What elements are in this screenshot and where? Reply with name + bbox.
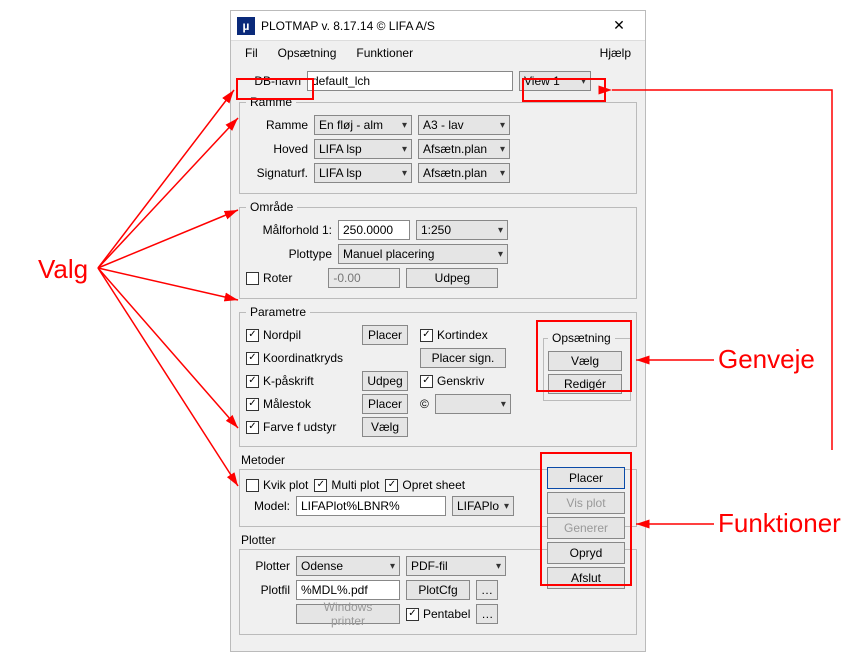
multi-check[interactable]: Multi plot (314, 478, 379, 492)
signatur-combo1[interactable]: LIFA lsp (314, 163, 412, 183)
action-stack: Placer Vis plot Generer Opryd Afslut (547, 467, 625, 589)
opsaetning-group: Opsætning Vælg Redigér (543, 331, 631, 401)
windows-printer-button[interactable]: Windows printer (296, 604, 400, 624)
opryd-button[interactable]: Opryd (547, 542, 625, 564)
parametre-legend: Parametre (246, 305, 310, 319)
anno-valg: Valg (38, 254, 88, 285)
copyright-label: © (420, 397, 429, 411)
koordinatkryds-check[interactable]: Koordinatkryds (246, 351, 356, 365)
ramme-group: Ramme Ramme En fløj - alm A3 - lav Hoved… (239, 95, 637, 194)
plotcfg-browse-button[interactable]: … (476, 580, 498, 600)
kortindex-check[interactable]: Kortindex (420, 328, 488, 342)
metoder-legend: Metoder (241, 453, 637, 467)
pentabel-browse-button[interactable]: … (476, 604, 498, 624)
visplot-button[interactable]: Vis plot (547, 492, 625, 514)
maal-label: Målforhold 1: (246, 223, 332, 237)
close-icon[interactable]: ✕ (599, 11, 639, 40)
ramme-legend: Ramme (246, 95, 296, 109)
plottype-label: Plottype (246, 247, 332, 261)
menu-hjaelp[interactable]: Hjælp (592, 44, 639, 62)
menu-opsaetning[interactable]: Opsætning (270, 44, 345, 62)
ops-rediger-button[interactable]: Redigér (548, 374, 622, 394)
hoved-combo1[interactable]: LIFA lsp (314, 139, 412, 159)
nordpil-placer-button[interactable]: Placer (362, 325, 408, 345)
roter-check[interactable]: Roter (246, 271, 292, 285)
model-input[interactable] (296, 496, 446, 516)
plotfil-label: Plotfil (246, 583, 290, 597)
placer-sign-button[interactable]: Placer sign. (420, 348, 506, 368)
menubar: Fil Opsætning Funktioner Hjælp (231, 41, 645, 65)
anno-funktioner: Funktioner (718, 508, 841, 539)
view-value: View 1 (524, 74, 560, 88)
ops-vaelg-button[interactable]: Vælg (548, 351, 622, 371)
titlebar: µ PLOTMAP v. 8.17.14 © LIFA A/S ✕ (231, 11, 645, 41)
ramme-label: Ramme (246, 118, 308, 132)
kpaaskrift-check[interactable]: K-påskrift (246, 374, 356, 388)
udpeg-button[interactable]: Udpeg (406, 268, 498, 288)
placer-button[interactable]: Placer (547, 467, 625, 489)
kvik-check[interactable]: Kvik plot (246, 478, 308, 492)
generer-button[interactable]: Generer (547, 517, 625, 539)
anno-genveje: Genveje (718, 344, 815, 375)
afslut-button[interactable]: Afslut (547, 567, 625, 589)
plottype-combo[interactable]: Manuel placering (338, 244, 508, 264)
farve-check[interactable]: Farve f udstyr (246, 420, 356, 434)
opret-check[interactable]: Opret sheet (385, 478, 465, 492)
maalestok-check[interactable]: Målestok (246, 397, 356, 411)
model-label: Model: (246, 499, 290, 513)
menu-funktioner[interactable]: Funktioner (348, 44, 421, 62)
kpaaskrift-udpeg-button[interactable]: Udpeg (362, 371, 408, 391)
plotfil-input[interactable] (296, 580, 400, 600)
hoved-label: Hoved (246, 142, 308, 156)
pentabel-check[interactable]: Pentabel (406, 607, 470, 621)
omraade-legend: Område (246, 200, 297, 214)
db-input[interactable] (307, 71, 513, 91)
copyright-combo[interactable] (435, 394, 511, 414)
ramme-combo1[interactable]: En fløj - alm (314, 115, 412, 135)
view-combo[interactable]: View 1 (519, 71, 591, 91)
opsaetning-legend: Opsætning (548, 331, 615, 345)
ramme-combo2[interactable]: A3 - lav (418, 115, 510, 135)
maal-input[interactable] (338, 220, 410, 240)
farve-vaelg-button[interactable]: Vælg (362, 417, 408, 437)
maal-combo[interactable]: 1:250 (416, 220, 508, 240)
db-label: DB-navn (239, 74, 301, 88)
roter-input (328, 268, 400, 288)
plotter-label: Plotter (246, 559, 290, 573)
plotcfg-button[interactable]: PlotCfg (406, 580, 470, 600)
genskriv-check[interactable]: Genskriv (420, 374, 484, 388)
model-combo[interactable]: LIFAPlo (452, 496, 514, 516)
window-title: PLOTMAP v. 8.17.14 © LIFA A/S (261, 19, 599, 33)
maalestok-placer-button[interactable]: Placer (362, 394, 408, 414)
menu-fil[interactable]: Fil (237, 44, 266, 62)
omraade-group: Område Målforhold 1: 1:250 Plottype Manu… (239, 200, 637, 299)
plotter-combo2[interactable]: PDF-fil (406, 556, 506, 576)
hoved-combo2[interactable]: Afsætn.plan (418, 139, 510, 159)
app-icon: µ (237, 17, 255, 35)
plotter-combo1[interactable]: Odense (296, 556, 400, 576)
nordpil-check[interactable]: Nordpil (246, 328, 356, 342)
signatur-combo2[interactable]: Afsætn.plan (418, 163, 510, 183)
signatur-label: Signaturf. (246, 166, 308, 180)
